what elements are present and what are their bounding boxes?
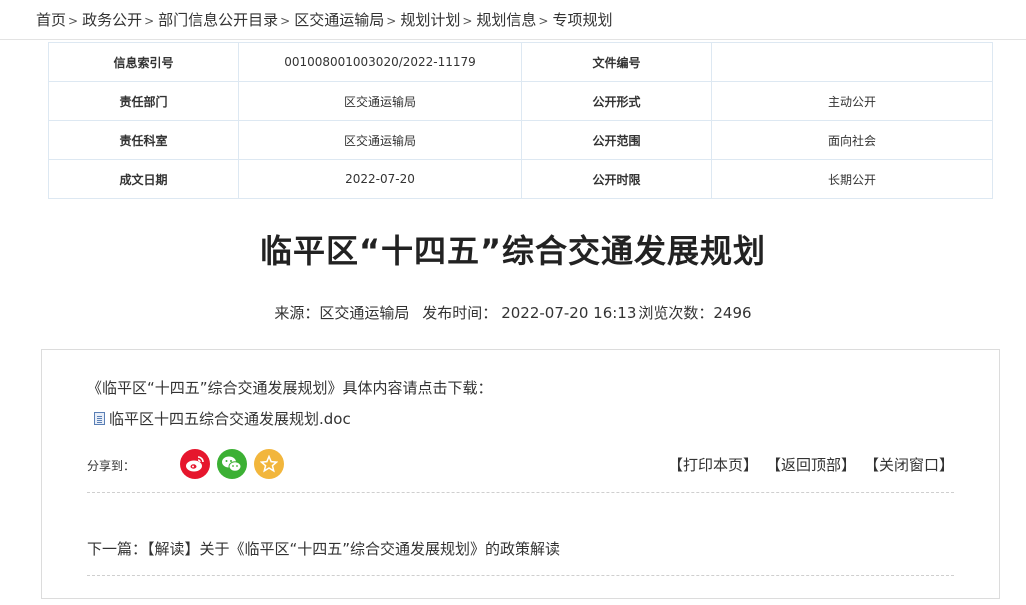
page-actions: 【打印本页】 【返回顶部】 【关闭窗口】 bbox=[668, 454, 954, 475]
meta-key-doc-number: 文件编号 bbox=[521, 42, 712, 82]
publish-time: 2022-07-20 16:13 bbox=[501, 304, 637, 322]
attachment-link-row: 临平区十四五综合交通发展规划.doc bbox=[94, 408, 351, 429]
breadcrumb-dept-catalog[interactable]: 部门信息公开目录 bbox=[158, 11, 278, 29]
wechat-icon[interactable] bbox=[217, 449, 247, 479]
breadcrumb-separator: > bbox=[386, 14, 397, 28]
breadcrumb-separator: > bbox=[68, 14, 79, 28]
breadcrumb-separator: > bbox=[462, 14, 473, 28]
meta-value-dept: 区交通运输局 bbox=[238, 81, 522, 121]
table-row: 成文日期 2022-07-20 公开时限 长期公开 bbox=[48, 159, 993, 199]
share-icons bbox=[180, 449, 284, 479]
download-intro: 《临平区“十四五”综合交通发展规划》具体内容请点击下载： bbox=[87, 379, 493, 397]
breadcrumb-planning-info[interactable]: 规划信息 bbox=[476, 11, 536, 29]
favorite-icon[interactable] bbox=[254, 449, 284, 479]
meta-key-open-period: 公开时限 bbox=[521, 159, 712, 199]
breadcrumb-separator: > bbox=[280, 14, 291, 28]
page-title: 临平区“十四五”综合交通发展规划 bbox=[259, 232, 767, 270]
breadcrumb-special-planning[interactable]: 专项规划 bbox=[552, 11, 612, 29]
publish-label: 发布时间： bbox=[422, 304, 498, 322]
doc-file-icon bbox=[94, 412, 105, 425]
meta-key-open-form: 公开形式 bbox=[521, 81, 712, 121]
share-label: 分享到： bbox=[87, 459, 136, 473]
meta-value-date: 2022-07-20 bbox=[238, 159, 522, 199]
meta-value-index: 001008001003020/2022-11179 bbox=[238, 42, 522, 82]
meta-key-date: 成文日期 bbox=[48, 159, 239, 199]
meta-value-open-period: 长期公开 bbox=[711, 159, 993, 199]
divider bbox=[87, 575, 954, 576]
close-window-button[interactable]: 【关闭窗口】 bbox=[864, 454, 954, 475]
next-article: 下一篇：【解读】关于《临平区“十四五”综合交通发展规划》的政策解读 bbox=[87, 538, 560, 559]
breadcrumb-gov-open[interactable]: 政务公开 bbox=[82, 11, 142, 29]
article-body: 《临平区“十四五”综合交通发展规划》具体内容请点击下载： 临平区十四五综合交通发… bbox=[41, 349, 1000, 599]
breadcrumb-home[interactable]: 首页 bbox=[36, 11, 66, 29]
print-page-button[interactable]: 【打印本页】 bbox=[668, 454, 758, 475]
breadcrumb-planning[interactable]: 规划计划 bbox=[400, 11, 460, 29]
back-to-top-button[interactable]: 【返回顶部】 bbox=[766, 454, 856, 475]
divider bbox=[87, 492, 954, 493]
breadcrumb-separator: > bbox=[144, 14, 155, 28]
weibo-icon[interactable] bbox=[180, 449, 210, 479]
next-article-label: 下一篇： bbox=[87, 540, 148, 558]
table-row: 信息索引号 001008001003020/2022-11179 文件编号 bbox=[48, 42, 993, 82]
meta-key-office: 责任科室 bbox=[48, 120, 239, 160]
meta-key-dept: 责任部门 bbox=[48, 81, 239, 121]
view-count: 浏览次数：2496 bbox=[638, 304, 752, 322]
breadcrumb-separator: > bbox=[538, 14, 549, 28]
breadcrumb-transport-bureau[interactable]: 区交通运输局 bbox=[294, 11, 384, 29]
table-row: 责任部门 区交通运输局 公开形式 主动公开 bbox=[48, 81, 993, 121]
attachment-link[interactable]: 临平区十四五综合交通发展规划.doc bbox=[109, 408, 351, 429]
article-source: 来源：区交通运输局 bbox=[274, 304, 410, 322]
info-meta-table: 信息索引号 001008001003020/2022-11179 文件编号 责任… bbox=[48, 42, 993, 199]
meta-value-doc-number bbox=[711, 42, 993, 82]
breadcrumb: 首页 > 政务公开 > 部门信息公开目录 > 区交通运输局 > 规划计划 > 规划信息 > 专项规划 bbox=[0, 0, 1026, 40]
next-article-link[interactable]: 【解读】关于《临平区“十四五”综合交通发展规划》的政策解读 bbox=[147, 540, 560, 558]
meta-key-index: 信息索引号 bbox=[48, 42, 239, 82]
meta-value-office: 区交通运输局 bbox=[238, 120, 522, 160]
meta-value-open-scope: 面向社会 bbox=[711, 120, 993, 160]
table-row: 责任科室 区交通运输局 公开范围 面向社会 bbox=[48, 120, 993, 160]
meta-value-open-form: 主动公开 bbox=[711, 81, 993, 121]
meta-key-open-scope: 公开范围 bbox=[521, 120, 712, 160]
article-info: 来源：区交通运输局 发布时间： 2022-07-20 16:13 浏览次数：2496 bbox=[0, 302, 1026, 323]
